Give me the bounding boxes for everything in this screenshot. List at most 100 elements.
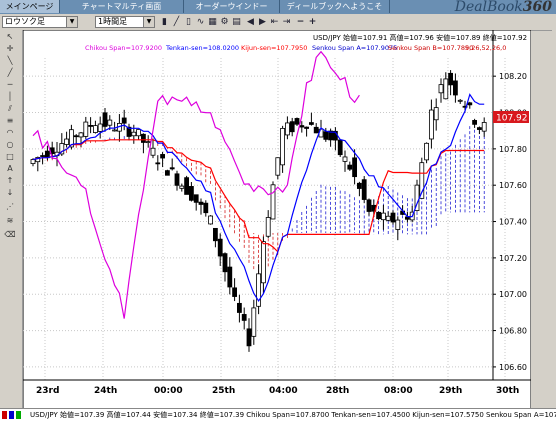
tenkan-sen-label: Tenkan-sen=108.0200: [165, 44, 239, 52]
candle: [217, 238, 223, 257]
bar-chart-icon[interactable]: ▮: [160, 17, 169, 27]
settings-icon[interactable]: ⚙: [220, 17, 229, 27]
candle: [337, 139, 343, 156]
arc-icon[interactable]: ◠: [2, 128, 18, 138]
vline-icon[interactable]: │: [2, 92, 18, 102]
left-arrow-icon[interactable]: ◀: [246, 17, 255, 27]
candle: [280, 127, 286, 166]
price-chart[interactable]: 108.20108.00107.80107.60107.40107.20107.…: [23, 30, 531, 410]
chart-type-select[interactable]: ロウソク足 ▼: [2, 16, 78, 28]
candle: [64, 138, 69, 145]
candle: [88, 125, 93, 127]
candle: [265, 217, 271, 237]
rect-icon[interactable]: □: [2, 152, 18, 162]
candle: [342, 156, 348, 162]
scroll-end-icon[interactable]: ⇥: [282, 17, 291, 27]
candle: [395, 219, 401, 230]
arrow-up-icon[interactable]: ↑: [2, 176, 18, 186]
period-select[interactable]: 1時間足 ▼: [95, 16, 155, 28]
pointer-icon[interactable]: ↖: [2, 32, 18, 42]
dealbook-logo: DealBook360: [454, 0, 552, 15]
candle: [232, 287, 238, 297]
candle: [352, 157, 358, 178]
candle: [121, 117, 127, 124]
candle: [93, 125, 98, 133]
chart-type-value: ロウソク足: [5, 17, 45, 26]
candle-icon[interactable]: ▯: [184, 17, 193, 27]
candle: [236, 302, 242, 313]
candle: [97, 123, 103, 132]
candle: [284, 122, 290, 136]
cycle-icon[interactable]: ≋: [2, 216, 18, 226]
indicator-icon[interactable]: ∿: [196, 17, 205, 27]
candle: [275, 157, 281, 176]
candle: [452, 80, 458, 96]
x-tick-label: 30th: [496, 386, 519, 396]
candle: [174, 173, 180, 186]
arrow-down-icon[interactable]: ↓: [2, 188, 18, 198]
gann-icon[interactable]: ⋰: [2, 202, 18, 212]
tab-chart-multi[interactable]: チャートマルティ画面: [60, 0, 184, 13]
x-tick-label: 29th: [439, 386, 462, 396]
print-icon[interactable]: ▤: [232, 17, 241, 27]
right-arrow-icon[interactable]: ▶: [258, 17, 267, 27]
circle-icon[interactable]: ○: [2, 140, 18, 150]
tab-welcome[interactable]: ディールブックへようこそ: [280, 0, 390, 13]
candle: [222, 253, 228, 273]
candle: [356, 182, 362, 189]
status-color-icon: [16, 411, 21, 419]
x-tick-label: 04:00: [269, 386, 298, 396]
crosshair-icon[interactable]: ✛: [2, 44, 18, 54]
y-tick-label: 106.80: [499, 327, 527, 336]
candle: [107, 119, 113, 126]
candle: [83, 121, 89, 137]
params-label: 9,26,52,26,0: [465, 44, 506, 52]
candle: [380, 212, 386, 221]
drawing-tools-column: ↖ ✛ ╲ ╱ ─ │ ⫽ ≡ ◠ ○ □ A ↑ ↓ ⋰ ≋ ⌫: [0, 30, 23, 410]
zoom-in-icon[interactable]: +: [308, 17, 317, 27]
candle: [385, 215, 391, 221]
trendline-icon[interactable]: ╲: [2, 56, 18, 66]
zoom-out-icon[interactable]: −: [296, 17, 305, 27]
hline-icon[interactable]: ─: [2, 80, 18, 90]
x-tick-label: 28th: [326, 386, 349, 396]
candle: [212, 227, 218, 242]
tab-main-page[interactable]: メインページ: [0, 0, 60, 13]
chart-header: USD/JPY 始値=107.91 高値=107.96 安値=107.89 終値…: [313, 33, 527, 42]
candle: [347, 164, 353, 170]
candle: [73, 135, 79, 138]
candle: [366, 199, 372, 212]
delete-icon[interactable]: ⌫: [2, 230, 18, 240]
candle: [294, 118, 300, 125]
candle: [308, 122, 314, 125]
tab-order-window[interactable]: オーダーウインドー: [184, 0, 280, 13]
candle: [361, 179, 367, 200]
scroll-icon[interactable]: ⇤: [270, 17, 279, 27]
grid-icon[interactable]: ▦: [208, 17, 217, 27]
candle: [184, 177, 190, 195]
candle: [476, 127, 482, 130]
candle: [299, 125, 305, 128]
vertical-scrollbar[interactable]: [552, 30, 556, 408]
candle: [227, 266, 233, 288]
candle: [246, 328, 252, 347]
fibonacci-icon[interactable]: ≡: [2, 116, 18, 126]
line-chart-icon[interactable]: ╱: [172, 17, 181, 27]
candle: [78, 132, 84, 138]
candle: [241, 314, 247, 321]
channel-icon[interactable]: ⫽: [2, 104, 18, 114]
candle: [188, 186, 194, 201]
candle: [438, 84, 444, 94]
candle: [30, 159, 36, 165]
x-tick-label: 24th: [94, 386, 117, 396]
candle: [164, 170, 170, 176]
y-tick-label: 107.20: [499, 254, 527, 263]
x-tick-label: 23rd: [36, 386, 59, 396]
y-tick-label: 108.20: [499, 72, 527, 81]
candle: [150, 147, 156, 156]
y-tick-label: 107.00: [499, 290, 527, 299]
candle: [404, 216, 410, 220]
text-tool-icon[interactable]: A: [2, 164, 18, 174]
ray-icon[interactable]: ╱: [2, 68, 18, 78]
candle: [289, 121, 295, 133]
